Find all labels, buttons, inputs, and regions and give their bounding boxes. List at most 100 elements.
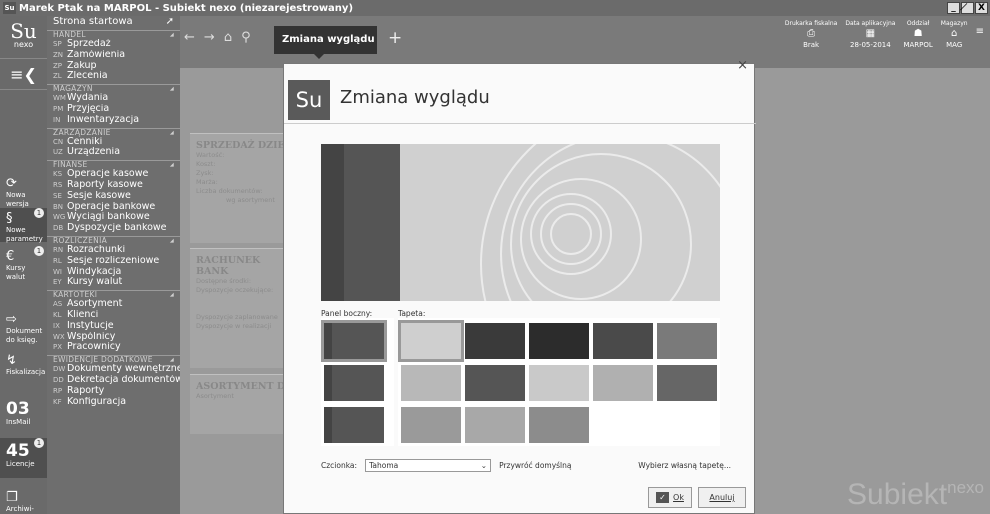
search-icon[interactable]: ⚲ [241, 30, 251, 45]
app-logo[interactable]: Su nexo [0, 16, 47, 58]
menu-section-header[interactable]: EWIDENCJE DODATKOWE ◢ [47, 356, 180, 364]
new-parameters-button[interactable]: 1 § Nowe parametry [0, 208, 47, 243]
branch-info[interactable]: Oddział ☗ MARPOL [903, 20, 932, 49]
new-version-button[interactable]: ⟳ Nowa wersja [0, 176, 47, 209]
menu-item[interactable]: SE Sesje kasowe [47, 191, 180, 202]
wallpaper-option[interactable] [657, 365, 717, 401]
wallpaper-option[interactable] [593, 365, 653, 401]
cancel-button[interactable]: Anuluj [698, 487, 746, 508]
insmail-button[interactable]: 03 InsMail [0, 400, 47, 427]
menu-item[interactable]: BN Operacje bankowe [47, 202, 180, 213]
menu-item[interactable]: WI Windykacja [47, 267, 180, 278]
ok-button[interactable]: ✓ Ok [648, 487, 692, 508]
menu-section-header[interactable]: MAGAZYN ◢ [47, 85, 180, 93]
wallpaper-option[interactable] [657, 323, 717, 359]
menu-item[interactable]: DD Dekretacja dokumentów [47, 375, 180, 386]
collapse-icon: ◢ [169, 162, 174, 169]
menu-item[interactable]: IX Instytucje [47, 321, 180, 332]
menu-item[interactable]: RP Raporty [47, 386, 180, 397]
application-date-info[interactable]: Data aplikacyjna ▦ 28-05-2014 [845, 20, 895, 49]
menu-item[interactable]: UZ Urządzenia [47, 147, 180, 158]
menu-start-page[interactable]: Strona startowa ➚ [47, 16, 180, 28]
menu-item[interactable]: IN Inwentaryzacja [47, 115, 180, 126]
wallpaper-option[interactable] [465, 407, 525, 443]
menu-section-header[interactable]: FINANSE ◢ [47, 161, 180, 169]
menu-item[interactable]: KS Operacje kasowe [47, 169, 180, 180]
tab-zmiana-wygladu[interactable]: Zmiana wyglądu [274, 26, 377, 59]
pin-icon[interactable]: ➚ [166, 16, 174, 28]
wallpaper-option[interactable] [398, 320, 464, 362]
menu-item[interactable]: DW Dokumenty wewnętrzne [47, 364, 180, 375]
menu-section-header[interactable]: ROZLICZENIA ◢ [47, 236, 180, 245]
appearance-preview [321, 144, 720, 301]
menu-item[interactable]: WG Wyciągi bankowe [47, 212, 180, 223]
chevron-down-icon: ⌄ [480, 461, 488, 470]
minimize-button[interactable]: _ [947, 2, 960, 14]
wallpaper-option[interactable] [401, 365, 461, 401]
fiscalization-button[interactable]: ↯ Fiskalizacja [0, 353, 47, 377]
licenses-button[interactable]: 1 45 Licencje [0, 438, 47, 478]
collapse-icon: ◢ [169, 129, 174, 136]
fiscal-printer-info[interactable]: Drukarka fiskalna ⎙ Brak [785, 20, 837, 49]
document-to-books-button[interactable]: ⇨ Dokument do księg. [0, 312, 47, 345]
wallpaper-option[interactable] [529, 407, 589, 443]
menu-item[interactable]: ZP Zakup [47, 61, 180, 72]
wallpaper-option[interactable] [401, 407, 461, 443]
maximize-button[interactable]: ̸ [961, 2, 974, 14]
home-icon[interactable]: ⌂ [224, 30, 232, 45]
refresh-icon: ⟳ [6, 176, 17, 191]
font-label: Czcionka: [321, 461, 358, 470]
wallpaper-option[interactable] [465, 365, 525, 401]
menu-section: ROZLICZENIA ◢ RN Rozrachunki RL Sesje rozlicz… [47, 235, 180, 288]
menu-item[interactable]: ZN Zamówienia [47, 50, 180, 61]
more-menu-icon[interactable]: ≡ [976, 26, 984, 49]
menu-section: EWIDENCJE DODATKOWE ◢ DW Dokumenty wewnętrz… [47, 355, 180, 407]
exchange-rates-button[interactable]: 1 € Kursy walut [0, 246, 47, 282]
menu-item[interactable]: KF Konfiguracja [47, 397, 180, 408]
menu-item[interactable]: PX Pracownicy [47, 342, 180, 353]
menu-section: ZARZĄDZANIE ◢ CN Cenniki UZ Urządzenia [47, 127, 180, 159]
menu-item[interactable]: WMWydania [47, 93, 180, 104]
menu-item[interactable]: SP Sprzedaż [47, 39, 180, 50]
menu-item[interactable]: WX Wspólnicy [47, 332, 180, 343]
dialog-logo: Su [288, 80, 330, 120]
close-window-button[interactable]: X [975, 2, 988, 14]
warehouse-info[interactable]: Magazyn ⌂ MAG [941, 20, 968, 49]
wallpaper-option[interactable] [529, 365, 589, 401]
choose-own-wallpaper-link[interactable]: Wybierz własną tapetę... [638, 461, 731, 470]
new-tab-button[interactable]: + [388, 28, 402, 48]
collapse-icon: ◢ [169, 357, 174, 364]
forward-arrow-icon[interactable]: → [204, 30, 215, 45]
archive-button[interactable]: ❐ Archiwi- [0, 490, 47, 514]
archive-icon: ❐ [6, 490, 18, 505]
back-arrow-icon[interactable]: ← [184, 30, 195, 45]
menu-section-header[interactable]: ZARZĄDZANIE ◢ [47, 128, 180, 137]
menu-section: FINANSE ◢ KS Operacje kasowe RS Raporty kasow… [47, 160, 180, 234]
menu-item[interactable]: RL Sesje rozliczeniowe [47, 256, 180, 267]
menu-toggle-icon[interactable]: ≡❮ [0, 58, 47, 90]
menu-item[interactable]: ZL Zlecenia [47, 71, 180, 82]
menu-item[interactable]: PM Przyjęcia [47, 104, 180, 115]
menu-item[interactable]: KL Klienci [47, 310, 180, 321]
menu-item[interactable]: EY Kursy walut [47, 277, 180, 288]
subiekt-watermark: Subiektnexo [847, 478, 984, 511]
side-panel-option[interactable] [324, 365, 384, 401]
side-panel-option[interactable] [324, 407, 384, 443]
wallpaper-option[interactable] [465, 323, 525, 359]
restore-default-link[interactable]: Przywróć domyślną [499, 461, 571, 470]
menu-section-header[interactable]: HANDEL ◢ [47, 31, 180, 39]
notification-badge: 1 [34, 438, 44, 448]
wallpaper-option[interactable] [529, 323, 589, 359]
wallpaper-option[interactable] [593, 323, 653, 359]
menu-item[interactable]: AS Asortyment [47, 299, 180, 310]
font-select[interactable]: Tahoma ⌄ [365, 459, 492, 472]
warehouse-icon: ⌂ [951, 28, 958, 39]
menu-item[interactable]: RN Rozrachunki [47, 245, 180, 256]
menu-section-header[interactable]: KARTOTEKI ◢ [47, 291, 180, 299]
menu-item[interactable]: RS Raporty kasowe [47, 180, 180, 191]
menu-item[interactable]: DB Dyspozycje bankowe [47, 223, 180, 234]
side-panel-option[interactable] [321, 320, 387, 362]
menu-item[interactable]: CN Cenniki [47, 137, 180, 148]
dialog-close-icon[interactable]: × [737, 58, 748, 73]
collapse-icon: ◢ [169, 32, 174, 38]
